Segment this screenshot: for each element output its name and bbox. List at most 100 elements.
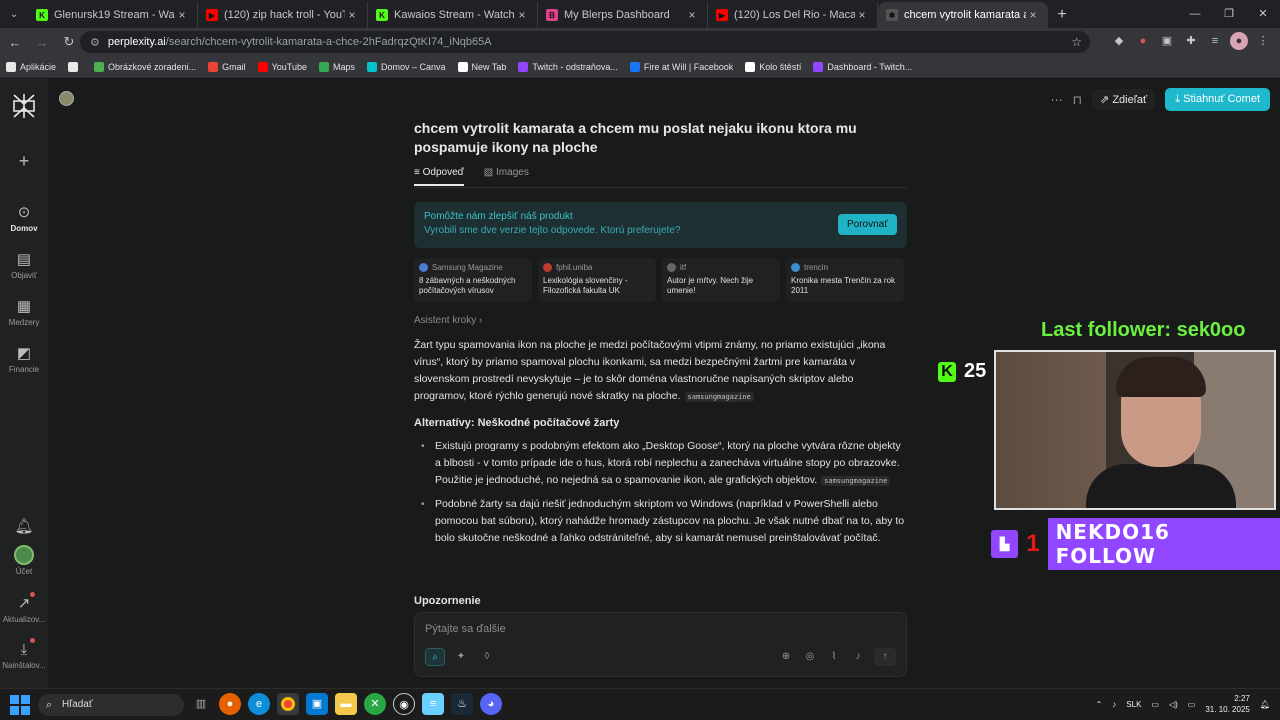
bookmark-item[interactable]: New Tab — [457, 61, 506, 72]
follow-up-input[interactable]: Pýtajte sa ďalšie — [425, 623, 506, 635]
minimize-icon[interactable]: — — [1178, 0, 1212, 28]
bookmark-icon[interactable]: ⊓ — [1073, 93, 1082, 107]
source-card[interactable]: itf Autor je mŕtvy. Nech žije umenie! — [662, 258, 780, 302]
address-bar[interactable]: ⚙ perplexity.ai/search/chcem-vytrolit-ka… — [80, 31, 1090, 53]
xbox-icon[interactable]: ✕ — [364, 693, 386, 715]
globe-icon[interactable]: ⊕ — [778, 648, 794, 666]
site-info-icon[interactable]: ⚙ — [90, 36, 100, 49]
steam-icon[interactable]: ♨ — [451, 693, 473, 715]
network-icon[interactable]: ▭ — [1151, 700, 1159, 709]
bookmark-item[interactable]: Fire at Will | Facebook — [629, 61, 733, 72]
tab-answer[interactable]: ≡ Odpoveď — [414, 167, 464, 186]
sidebar-item-spaces[interactable]: ▦ Medzery — [0, 297, 48, 327]
citation-tag[interactable]: samsungmagazine — [684, 392, 754, 402]
start-button[interactable] — [10, 695, 30, 715]
chrome-icon[interactable] — [277, 693, 299, 715]
sidebar-item-home[interactable]: ⊙ Domov — [0, 203, 48, 233]
close-tab-icon[interactable]: × — [175, 8, 189, 22]
sidebar-item-updates[interactable]: ↗ Aktualizov... — [0, 594, 48, 624]
tab-images[interactable]: ▧ Images — [484, 167, 529, 186]
close-tab-icon[interactable]: × — [345, 8, 359, 22]
obs-icon[interactable]: ◉ — [393, 693, 415, 715]
close-window-icon[interactable]: ✕ — [1246, 0, 1280, 28]
language-indicator[interactable]: SLK — [1126, 700, 1141, 709]
extension-icon[interactable]: ▣ — [1158, 32, 1176, 50]
follow-up-box[interactable]: Pýtajte sa ďalšie ⌕ ✦ ◊ ⊕ ◎ ⌇ ♪ ↑ — [414, 612, 907, 677]
research-mode-icon[interactable]: ✦ — [451, 648, 471, 666]
search-mode-icon[interactable]: ⌕ — [425, 648, 445, 666]
notification-bell-icon[interactable]: 🔔︎ — [1260, 700, 1270, 709]
perplexity-logo[interactable] — [12, 93, 36, 119]
taskbar-search[interactable]: ⌕ Hľadať — [38, 694, 184, 716]
back-icon[interactable]: ← — [3, 35, 27, 50]
reload-icon[interactable]: ↻ — [57, 34, 81, 50]
extension-icon[interactable]: ● — [1134, 32, 1152, 50]
citation-tag[interactable]: samsungmagazine — [821, 476, 891, 486]
edge-icon[interactable]: e — [248, 693, 270, 715]
firefox-icon[interactable]: ● — [219, 693, 241, 715]
new-tab-button[interactable]: + — [1048, 2, 1076, 28]
bookmark-item[interactable]: Twitch - odstraňova... — [518, 61, 618, 72]
notepad-icon[interactable]: ≡ — [422, 693, 444, 715]
microphone-icon[interactable]: ♪ — [850, 648, 866, 666]
tab-search-icon[interactable]: ⌄ — [0, 0, 28, 28]
notifications-bell[interactable]: 🔔︎ — [0, 517, 48, 538]
discord-icon[interactable]: ◕ — [480, 693, 502, 715]
forward-icon[interactable]: → — [30, 35, 54, 50]
volume-icon[interactable]: ◁) — [1169, 700, 1178, 709]
chevron-up-icon[interactable]: ⌃ — [1096, 700, 1103, 709]
list-item: Existujú programy s podobným efektom ako… — [421, 438, 907, 490]
model-icon[interactable]: ◎ — [802, 648, 818, 666]
attach-icon[interactable]: ⌇ — [826, 648, 842, 666]
source-card[interactable]: fphil.uniba Lexikológia slovenčiny - Filo… — [538, 258, 656, 302]
send-button[interactable]: ↑ — [874, 648, 896, 666]
compare-button[interactable]: Porovnať — [838, 214, 897, 235]
battery-icon[interactable]: ▭ — [1188, 700, 1196, 709]
bookmark-item[interactable] — [68, 61, 82, 72]
bookmark-star-icon[interactable]: ☆ — [1071, 35, 1082, 49]
clock[interactable]: 2:27 31. 10. 2025 — [1205, 693, 1249, 715]
tab-title: (120) zip hack troll - YouTube — [224, 9, 345, 21]
browser-tab[interactable]: K Glenursk19 Stream - Watch Live× — [28, 2, 198, 28]
puzzle-icon[interactable]: ✚ — [1182, 32, 1200, 50]
bookmark-item[interactable]: Obrázkové zoradeni... — [94, 61, 196, 72]
browser-tab[interactable]: B My Blerps Dashboard × — [538, 2, 708, 28]
bookmark-item[interactable]: Maps — [318, 61, 355, 72]
source-card[interactable]: Samsung Magazine 8 zábavných a neškodných… — [414, 258, 532, 302]
more-options-icon[interactable]: ⋯ — [1051, 93, 1063, 107]
microphone-icon[interactable]: ♪ — [1112, 700, 1116, 709]
sidebar-item-account[interactable]: Účet — [0, 545, 48, 576]
sidebar-item-install[interactable]: ⤓ Nainštalov... — [0, 641, 48, 670]
sidebar-item-discover[interactable]: ▤ Objaviť — [0, 250, 48, 280]
audio-app-icon[interactable]: ▥ — [190, 693, 212, 715]
source-card[interactable]: trencin Kronika mesta Trenčín za rok 2011 — [786, 258, 904, 302]
bookmark-item[interactable]: Aplikácie — [6, 61, 56, 72]
browser-tab[interactable]: ▶ (120) zip hack troll - YouTube× — [198, 2, 368, 28]
close-tab-icon[interactable]: × — [1026, 8, 1040, 22]
bookmark-item[interactable]: Dashboard - Twitch... — [813, 61, 912, 72]
close-tab-icon[interactable]: × — [685, 8, 699, 22]
space-avatar[interactable] — [59, 91, 74, 106]
profile-avatar[interactable]: ● — [1230, 32, 1248, 50]
close-tab-icon[interactable]: × — [855, 8, 869, 22]
bookmark-item[interactable]: Gmail — [208, 61, 246, 72]
labs-mode-icon[interactable]: ◊ — [477, 648, 497, 666]
browser-tab[interactable]: K Kawaios Stream - Watch Live o× — [368, 2, 538, 28]
bookmark-item[interactable]: Kolo štěstí — [745, 61, 801, 72]
extension-icon[interactable]: ◆ — [1110, 32, 1128, 50]
bookmark-item[interactable]: YouTube — [257, 61, 307, 72]
store-icon[interactable]: ▣ — [306, 693, 328, 715]
close-tab-icon[interactable]: × — [515, 8, 529, 22]
download-comet-button[interactable]: ⤓ Stiahnuť Comet — [1165, 88, 1270, 111]
bookmark-item[interactable]: Domov – Canva — [366, 61, 446, 72]
browser-tab[interactable]: ▶ (120) Los Del Rio - Macarena (B× — [708, 2, 878, 28]
share-button[interactable]: ⇗ Zdieľať — [1092, 89, 1156, 110]
explorer-icon[interactable]: ▬ — [335, 693, 357, 715]
new-thread-button[interactable]: + — [0, 151, 48, 175]
sidebar-item-finance[interactable]: ◩ Financie — [0, 344, 48, 374]
menu-kebab-icon[interactable]: ⋮ — [1254, 32, 1272, 50]
restore-icon[interactable]: ❐ — [1212, 0, 1246, 28]
reading-list-icon[interactable]: ≡ — [1206, 32, 1224, 50]
assistant-steps-link[interactable]: Asistent kroky › — [414, 315, 482, 326]
browser-tab[interactable]: ✱ chcem vytrolit kamarata a chce× — [878, 2, 1048, 28]
